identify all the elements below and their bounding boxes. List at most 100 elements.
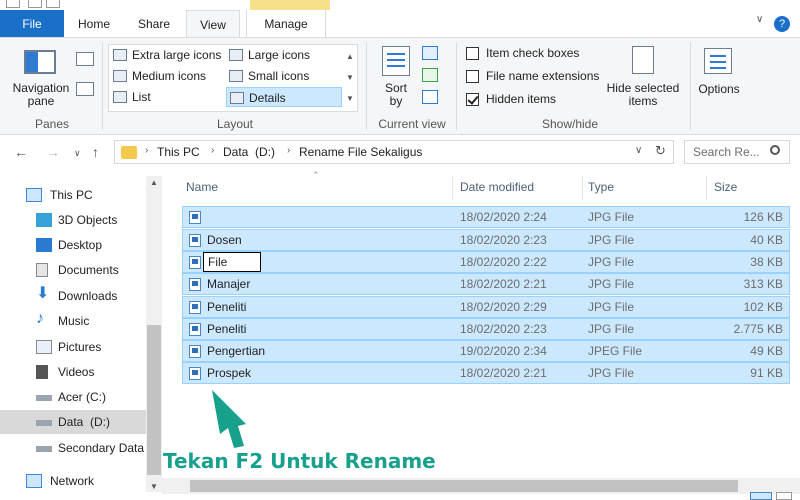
large-icons-view-toggle[interactable] [776,492,792,500]
nav-item-downloads[interactable]: ⬇ Downloads [0,284,146,308]
drive-icon [36,446,52,452]
file-row[interactable]: Manajer 18/02/2020 2:21 JPG File 313 KB [182,273,790,295]
sort-by-icon[interactable] [382,46,410,76]
group-label-current-view: Current view [378,117,446,131]
address-bar[interactable]: › This PC › Data (D:) › Rename File Seka… [114,140,674,164]
file-row[interactable]: Peneliti 18/02/2020 2:23 JPG File 2.775 … [182,318,790,340]
nav-item-acer-c[interactable]: Acer (C:) [0,385,146,409]
column-divider[interactable] [582,176,583,200]
file-type: JPG File [588,233,635,247]
file-date: 18/02/2020 2:23 [460,322,547,336]
layout-large-icons[interactable]: Large icons [226,45,310,65]
group-label-layout: Layout [216,117,254,131]
options-icon[interactable] [704,48,732,74]
column-divider[interactable] [452,176,453,200]
nav-item-network[interactable]: Network [0,469,146,493]
nav-pane-scroll-thumb[interactable] [147,325,161,475]
back-icon[interactable]: ← [14,144,28,160]
annotation-caption: Tekan F2 Untuk Rename [163,449,436,473]
sort-by-button[interactable]: Sort by [380,82,412,108]
nav-item-pictures[interactable]: Pictures [0,335,146,359]
breadcrumb-this-pc[interactable]: This PC [157,145,200,159]
file-date: 18/02/2020 2:23 [460,233,547,247]
ribbon-separator [690,42,691,130]
collapse-ribbon-icon[interactable]: ∨ [756,14,763,25]
column-header-type[interactable]: Type [588,180,614,194]
add-columns-icon[interactable] [422,68,438,82]
tab-view[interactable]: View [186,10,240,38]
quick-access-icon[interactable] [28,0,42,8]
quick-access-icon[interactable] [46,0,60,8]
scroll-up-icon[interactable]: ▲ [150,178,158,187]
details-pane-icon[interactable] [76,82,94,96]
address-dropdown-icon[interactable]: ∨ [635,145,642,156]
file-name-extensions-label: File name extensions [486,69,600,83]
layout-extra-large-icons[interactable]: Extra large icons [110,45,221,65]
nav-item-videos[interactable]: Videos [0,360,146,384]
nav-item-3d-objects[interactable]: 3D Objects [0,208,146,232]
column-header-name[interactable]: Name [186,180,218,194]
hide-selected-items-button[interactable]: Hide selected items [602,82,684,108]
quick-access-icon[interactable] [6,0,20,8]
navigation-pane-icon[interactable] [24,50,56,74]
group-label-show-hide: Show/hide [541,117,599,131]
file-row[interactable]: Peneliti 18/02/2020 2:29 JPG File 102 KB [182,296,790,318]
tab-file[interactable]: File [0,10,64,38]
nav-item-data-d[interactable]: Data (D:) [0,410,146,434]
item-check-boxes-label: Item check boxes [486,46,580,60]
size-columns-icon[interactable] [422,90,438,104]
download-icon: ⬇ [36,285,50,302]
options-button[interactable]: Options [696,82,742,96]
nav-item-secondary-data[interactable]: Secondary Data [0,436,146,460]
hidden-items-checkbox[interactable] [466,93,479,106]
ribbon-separator [456,42,457,130]
tab-manage[interactable]: Manage [246,10,326,38]
recent-locations-icon[interactable]: ∨ [74,148,81,159]
hide-selected-items-icon[interactable] [632,46,654,74]
medium-icons-icon [113,70,127,82]
layout-gallery-scroll[interactable]: ▲ ▼ ▼ [344,46,356,109]
up-icon[interactable]: ↑ [92,144,99,160]
sort-indicator-icon: ⌃ [312,170,320,180]
forward-icon[interactable]: → [46,144,60,160]
nav-item-documents[interactable]: Documents [0,258,146,282]
tab-home[interactable]: Home [64,10,124,38]
column-header-date-modified[interactable]: Date modified [460,180,534,194]
preview-pane-icon[interactable] [76,52,94,66]
breadcrumb-current-folder[interactable]: Rename File Sekaligus [299,145,422,159]
file-row[interactable]: Pengertian 19/02/2020 2:34 JPEG File 49 … [182,340,790,362]
file-row[interactable]: File 18/02/2020 2:22 JPG File 38 KB [182,251,790,273]
file-list-scroll-thumb[interactable] [190,480,738,492]
file-name-extensions-checkbox[interactable] [466,70,479,83]
group-by-icon[interactable] [422,46,438,60]
file-row[interactable]: Dosen 18/02/2020 2:23 JPG File 40 KB [182,229,790,251]
details-view-toggle[interactable] [750,492,772,500]
file-name: Pengertian [207,344,266,358]
nav-item-this-pc[interactable]: This PC [0,183,146,207]
breadcrumb-data-d[interactable]: Data (D:) [223,145,275,159]
ribbon-separator [102,42,103,130]
item-check-boxes-checkbox[interactable] [466,47,479,60]
file-date: 19/02/2020 2:34 [460,344,547,358]
layout-medium-icons[interactable]: Medium icons [110,66,206,86]
rename-input[interactable]: File [203,252,261,272]
file-row[interactable]: Prospek 18/02/2020 2:21 JPG File 91 KB [182,362,790,384]
file-date: 18/02/2020 2:21 [460,366,547,380]
scroll-down-icon[interactable]: ▼ [150,482,158,491]
tab-share[interactable]: Share [124,10,184,38]
nav-item-desktop[interactable]: Desktop [0,233,146,257]
layout-details[interactable]: Details [226,87,342,107]
column-header-size[interactable]: Size [714,180,737,194]
file-row[interactable]: 18/02/2020 2:24 JPG File 126 KB [182,206,790,228]
help-icon[interactable]: ? [774,16,790,32]
nav-item-music[interactable]: ♪ Music [0,309,146,333]
file-date: 18/02/2020 2:21 [460,277,547,291]
navigation-pane-button[interactable]: Navigation pane [10,82,72,108]
annotation-arrow-icon [212,390,246,448]
layout-small-icons[interactable]: Small icons [226,66,309,86]
refresh-icon[interactable]: ↻ [655,143,666,159]
jpg-file-icon [189,211,201,224]
layout-list[interactable]: List [110,87,151,107]
column-divider[interactable] [706,176,707,200]
jpg-file-icon [189,367,201,380]
